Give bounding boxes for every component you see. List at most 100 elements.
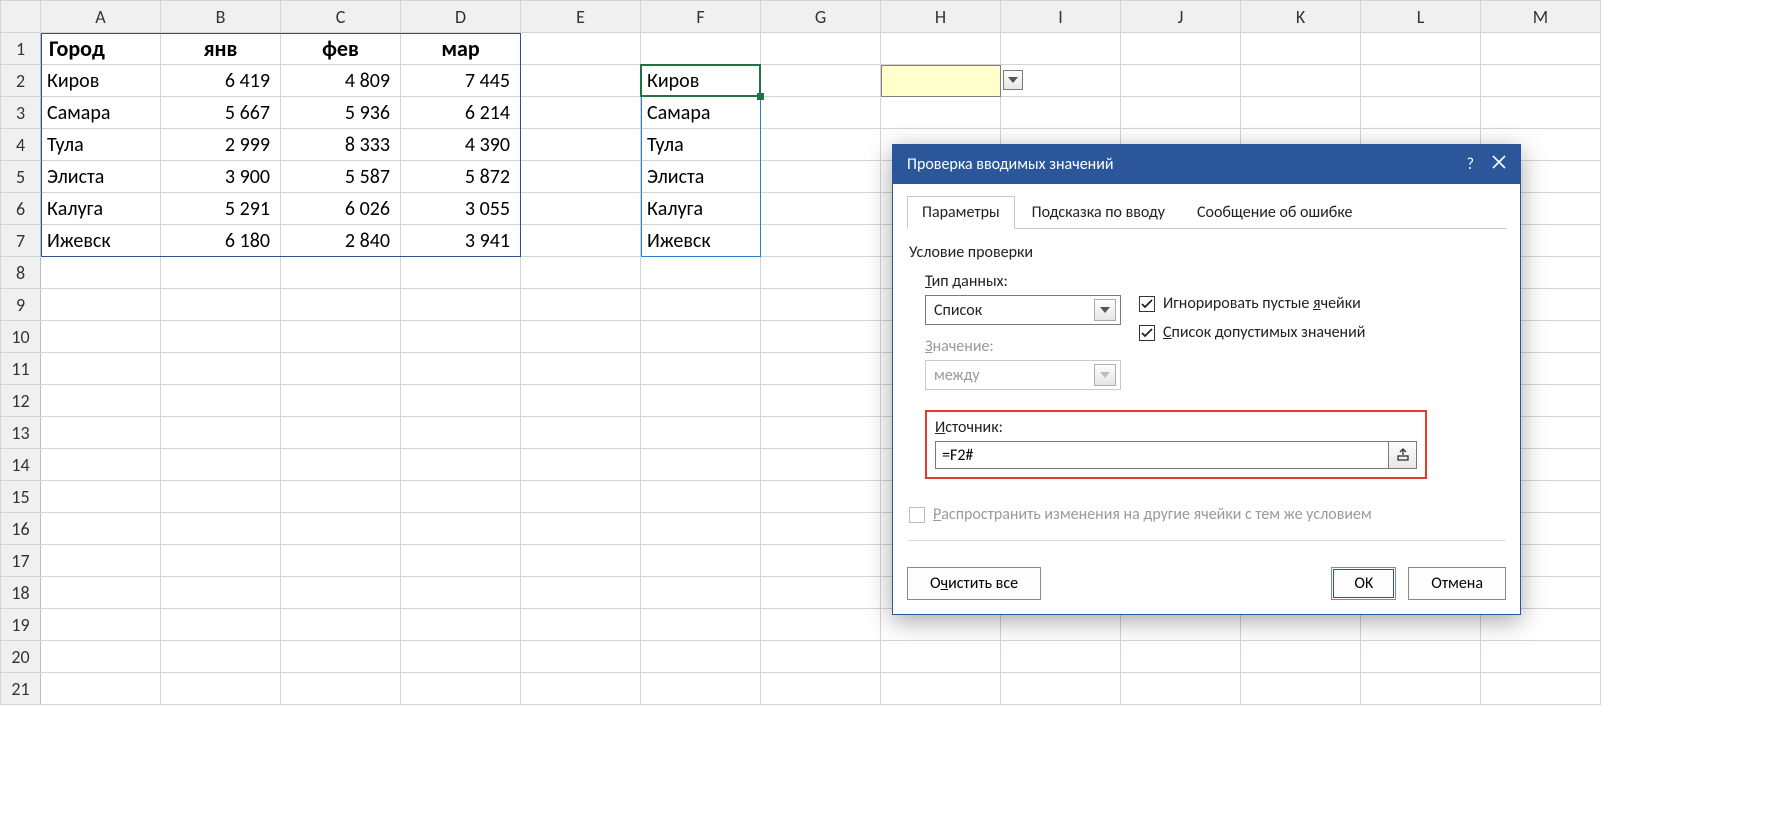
cell-G18[interactable] xyxy=(761,577,881,609)
in-cell-dropdown-checkbox[interactable]: Список допустимых значений xyxy=(1139,323,1365,342)
cell-D19[interactable] xyxy=(401,609,521,641)
source-input[interactable] xyxy=(935,441,1389,469)
cell-C7[interactable]: 2 840 xyxy=(281,225,401,257)
cell-K2[interactable] xyxy=(1241,65,1361,97)
cell-C11[interactable] xyxy=(281,353,401,385)
cell-C4[interactable]: 8 333 xyxy=(281,129,401,161)
cell-E3[interactable] xyxy=(521,97,641,129)
cell-A8[interactable] xyxy=(41,257,161,289)
cell-F14[interactable] xyxy=(641,449,761,481)
column-header-L[interactable]: L xyxy=(1361,1,1481,33)
cell-E18[interactable] xyxy=(521,577,641,609)
cancel-button[interactable]: Отмена xyxy=(1408,567,1506,600)
row-header-3[interactable]: 3 xyxy=(1,97,41,129)
cell-C1[interactable]: фев xyxy=(281,33,401,65)
cell-E8[interactable] xyxy=(521,257,641,289)
cell-G13[interactable] xyxy=(761,417,881,449)
cell-B10[interactable] xyxy=(161,321,281,353)
cell-G5[interactable] xyxy=(761,161,881,193)
cell-M20[interactable] xyxy=(1481,641,1601,673)
cell-G17[interactable] xyxy=(761,545,881,577)
cell-A20[interactable] xyxy=(41,641,161,673)
cell-D6[interactable]: 3 055 xyxy=(401,193,521,225)
cell-G2[interactable] xyxy=(761,65,881,97)
cell-B2[interactable]: 6 419 xyxy=(161,65,281,97)
row-header-7[interactable]: 7 xyxy=(1,225,41,257)
cell-G3[interactable] xyxy=(761,97,881,129)
cell-E5[interactable] xyxy=(521,161,641,193)
cell-M21[interactable] xyxy=(1481,673,1601,705)
tab-error-alert[interactable]: Сообщение об ошибке xyxy=(1182,196,1368,228)
cell-A17[interactable] xyxy=(41,545,161,577)
cell-E20[interactable] xyxy=(521,641,641,673)
cell-E19[interactable] xyxy=(521,609,641,641)
row-header-16[interactable]: 16 xyxy=(1,513,41,545)
cell-G4[interactable] xyxy=(761,129,881,161)
dialog-help-button[interactable]: ? xyxy=(1467,155,1474,174)
cell-C8[interactable] xyxy=(281,257,401,289)
column-header-G[interactable]: G xyxy=(761,1,881,33)
row-header-17[interactable]: 17 xyxy=(1,545,41,577)
cell-G1[interactable] xyxy=(761,33,881,65)
dialog-close-button[interactable] xyxy=(1492,155,1506,174)
cell-D18[interactable] xyxy=(401,577,521,609)
cell-G6[interactable] xyxy=(761,193,881,225)
cell-D16[interactable] xyxy=(401,513,521,545)
cell-B18[interactable] xyxy=(161,577,281,609)
cell-F8[interactable] xyxy=(641,257,761,289)
column-header-A[interactable]: A xyxy=(41,1,161,33)
cell-C3[interactable]: 5 936 xyxy=(281,97,401,129)
cell-A19[interactable] xyxy=(41,609,161,641)
allow-select[interactable]: Список xyxy=(925,295,1121,325)
cell-B21[interactable] xyxy=(161,673,281,705)
cell-D7[interactable]: 3 941 xyxy=(401,225,521,257)
ok-button[interactable]: OK xyxy=(1331,567,1396,600)
cell-M2[interactable] xyxy=(1481,65,1601,97)
cell-F17[interactable] xyxy=(641,545,761,577)
cell-G15[interactable] xyxy=(761,481,881,513)
dialog-titlebar[interactable]: Проверка вводимых значений ? xyxy=(893,145,1520,184)
column-header-B[interactable]: B xyxy=(161,1,281,33)
cell-A1[interactable]: Город xyxy=(41,33,161,65)
cell-B20[interactable] xyxy=(161,641,281,673)
cell-F12[interactable] xyxy=(641,385,761,417)
cell-D20[interactable] xyxy=(401,641,521,673)
cell-L2[interactable] xyxy=(1361,65,1481,97)
cell-B3[interactable]: 5 667 xyxy=(161,97,281,129)
cell-B17[interactable] xyxy=(161,545,281,577)
column-header-D[interactable]: D xyxy=(401,1,521,33)
cell-F21[interactable] xyxy=(641,673,761,705)
column-header-H[interactable]: H xyxy=(881,1,1001,33)
cell-B1[interactable]: янв xyxy=(161,33,281,65)
cell-E14[interactable] xyxy=(521,449,641,481)
row-header-10[interactable]: 10 xyxy=(1,321,41,353)
ignore-blank-checkbox[interactable]: Игнорировать пустые ячейки xyxy=(1139,294,1365,313)
cell-G21[interactable] xyxy=(761,673,881,705)
cell-C9[interactable] xyxy=(281,289,401,321)
cell-L3[interactable] xyxy=(1361,97,1481,129)
cell-A16[interactable] xyxy=(41,513,161,545)
cell-G12[interactable] xyxy=(761,385,881,417)
cell-D8[interactable] xyxy=(401,257,521,289)
column-header-M[interactable]: M xyxy=(1481,1,1601,33)
cell-L21[interactable] xyxy=(1361,673,1481,705)
cell-J21[interactable] xyxy=(1121,673,1241,705)
cell-L1[interactable] xyxy=(1361,33,1481,65)
cell-A4[interactable]: Тула xyxy=(41,129,161,161)
row-header-13[interactable]: 13 xyxy=(1,417,41,449)
cell-D21[interactable] xyxy=(401,673,521,705)
select-all-corner[interactable] xyxy=(1,1,41,33)
cell-C2[interactable]: 4 809 xyxy=(281,65,401,97)
data-validation-dropdown-button[interactable] xyxy=(1003,70,1023,90)
row-header-15[interactable]: 15 xyxy=(1,481,41,513)
cell-H3[interactable] xyxy=(881,97,1001,129)
row-header-9[interactable]: 9 xyxy=(1,289,41,321)
cell-D1[interactable]: мар xyxy=(401,33,521,65)
cell-F3[interactable]: Самара xyxy=(641,97,761,129)
cell-D2[interactable]: 7 445 xyxy=(401,65,521,97)
row-header-20[interactable]: 20 xyxy=(1,641,41,673)
row-header-5[interactable]: 5 xyxy=(1,161,41,193)
cell-F15[interactable] xyxy=(641,481,761,513)
cell-J20[interactable] xyxy=(1121,641,1241,673)
cell-B5[interactable]: 3 900 xyxy=(161,161,281,193)
